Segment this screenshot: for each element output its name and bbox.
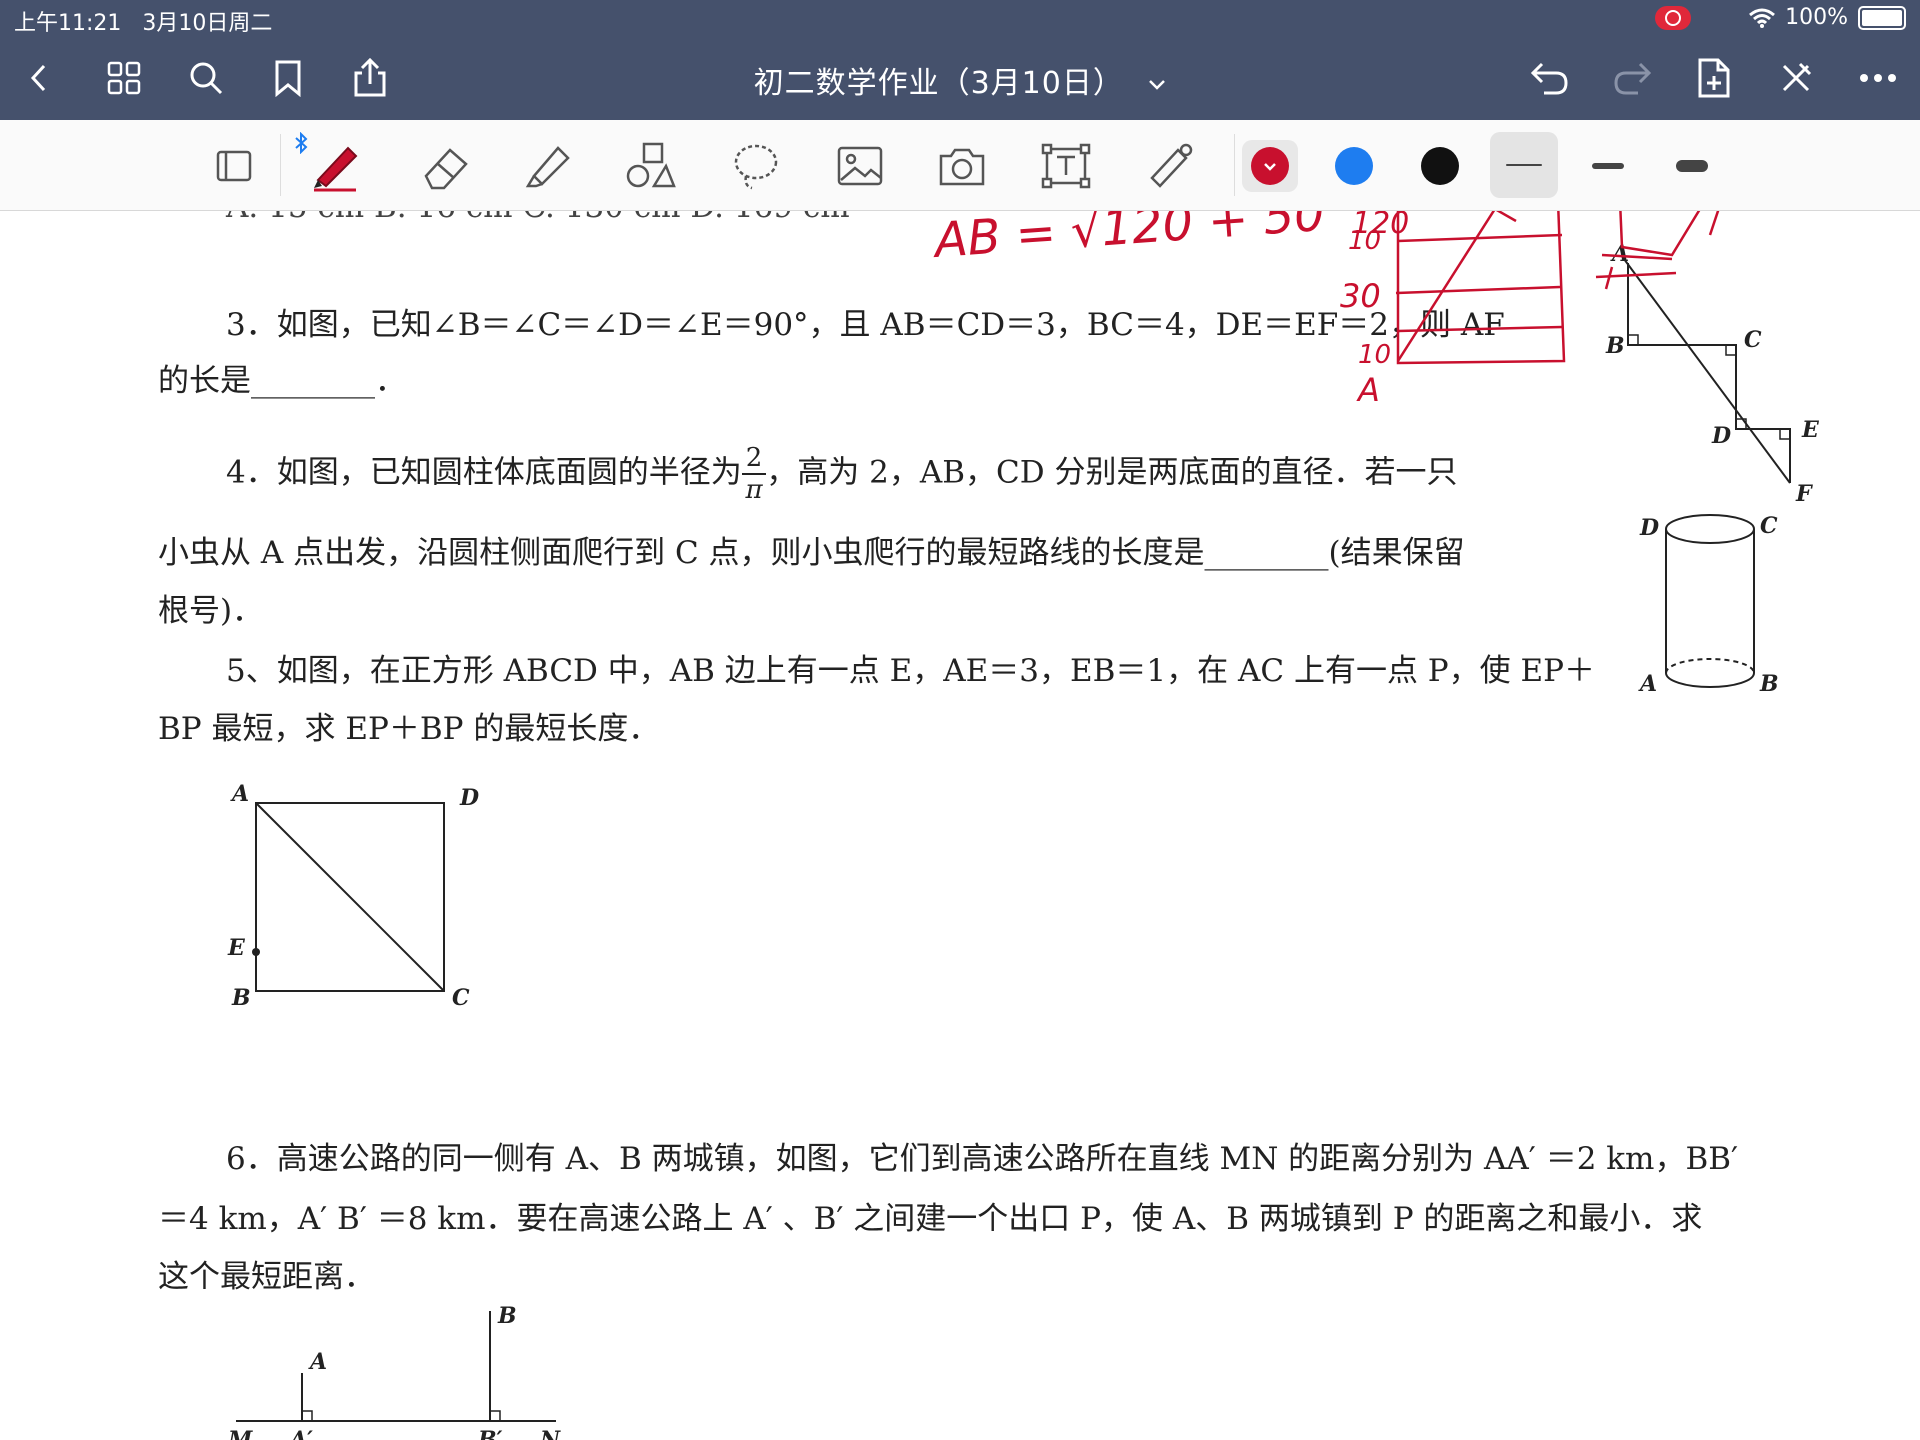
status-date: 3月10日周二 bbox=[142, 11, 273, 36]
shapes-icon[interactable] bbox=[622, 140, 678, 192]
pen-icon[interactable] bbox=[308, 140, 364, 192]
battery-percent: 100% bbox=[1785, 5, 1848, 30]
stroke-width-thick[interactable] bbox=[1664, 140, 1720, 192]
undo-icon[interactable] bbox=[1526, 54, 1574, 102]
image-icon[interactable] bbox=[832, 140, 888, 192]
lasso-icon[interactable] bbox=[728, 140, 784, 192]
close-pen-tools-icon[interactable] bbox=[1772, 54, 1820, 102]
add-page-icon[interactable] bbox=[1690, 54, 1738, 102]
handwritten-number-30: 30 bbox=[1340, 277, 1381, 315]
handwriting-layer: AB = √120 + 50 120 30 10 10 A bbox=[930, 211, 1720, 409]
battery-icon bbox=[1858, 5, 1906, 30]
handwritten-letter-A: A bbox=[1356, 371, 1380, 409]
status-time: 上午11:21 bbox=[14, 11, 122, 36]
handwritten-number-10-bottom: 10 bbox=[1358, 340, 1391, 370]
redo-icon[interactable] bbox=[1608, 54, 1656, 102]
document-nav-bar: 初二数学作业（3月10日） bbox=[0, 36, 1920, 120]
handwritten-number-10-top: 10 bbox=[1348, 226, 1381, 256]
stroke-width-thin[interactable] bbox=[1490, 132, 1558, 198]
handwritten-formula: AB = √120 + 50 bbox=[930, 211, 1326, 269]
laser-pointer-icon[interactable] bbox=[1142, 140, 1198, 192]
screen-recording-icon[interactable] bbox=[1655, 5, 1692, 30]
bluetooth-icon bbox=[295, 132, 308, 154]
camera-icon[interactable] bbox=[934, 140, 990, 192]
status-time-date: 上午11:21 3月10日周二 bbox=[14, 5, 272, 37]
highlighter-icon[interactable] bbox=[520, 140, 576, 192]
color-swatch-red[interactable] bbox=[1242, 140, 1298, 192]
eraser-icon[interactable] bbox=[418, 140, 474, 192]
status-bar: 上午11:21 3月10日周二 100% bbox=[0, 0, 1920, 36]
more-options-icon[interactable] bbox=[1854, 54, 1902, 102]
text-box-icon[interactable] bbox=[1038, 140, 1094, 192]
chevron-down-icon[interactable] bbox=[1148, 79, 1166, 91]
stroke-width-medium[interactable] bbox=[1580, 140, 1636, 192]
color-swatch-blue[interactable] bbox=[1326, 140, 1382, 192]
document-page[interactable]: A. 15 cm B. 16 cm C. 130 cm D. 169 cm 3．… bbox=[0, 211, 1920, 1440]
handwritten-sketch bbox=[1395, 211, 1720, 365]
wifi-icon bbox=[1749, 8, 1776, 28]
annotation-toolbar bbox=[0, 120, 1920, 211]
color-swatch-black[interactable] bbox=[1412, 140, 1468, 192]
page-mode-icon[interactable] bbox=[206, 140, 262, 192]
